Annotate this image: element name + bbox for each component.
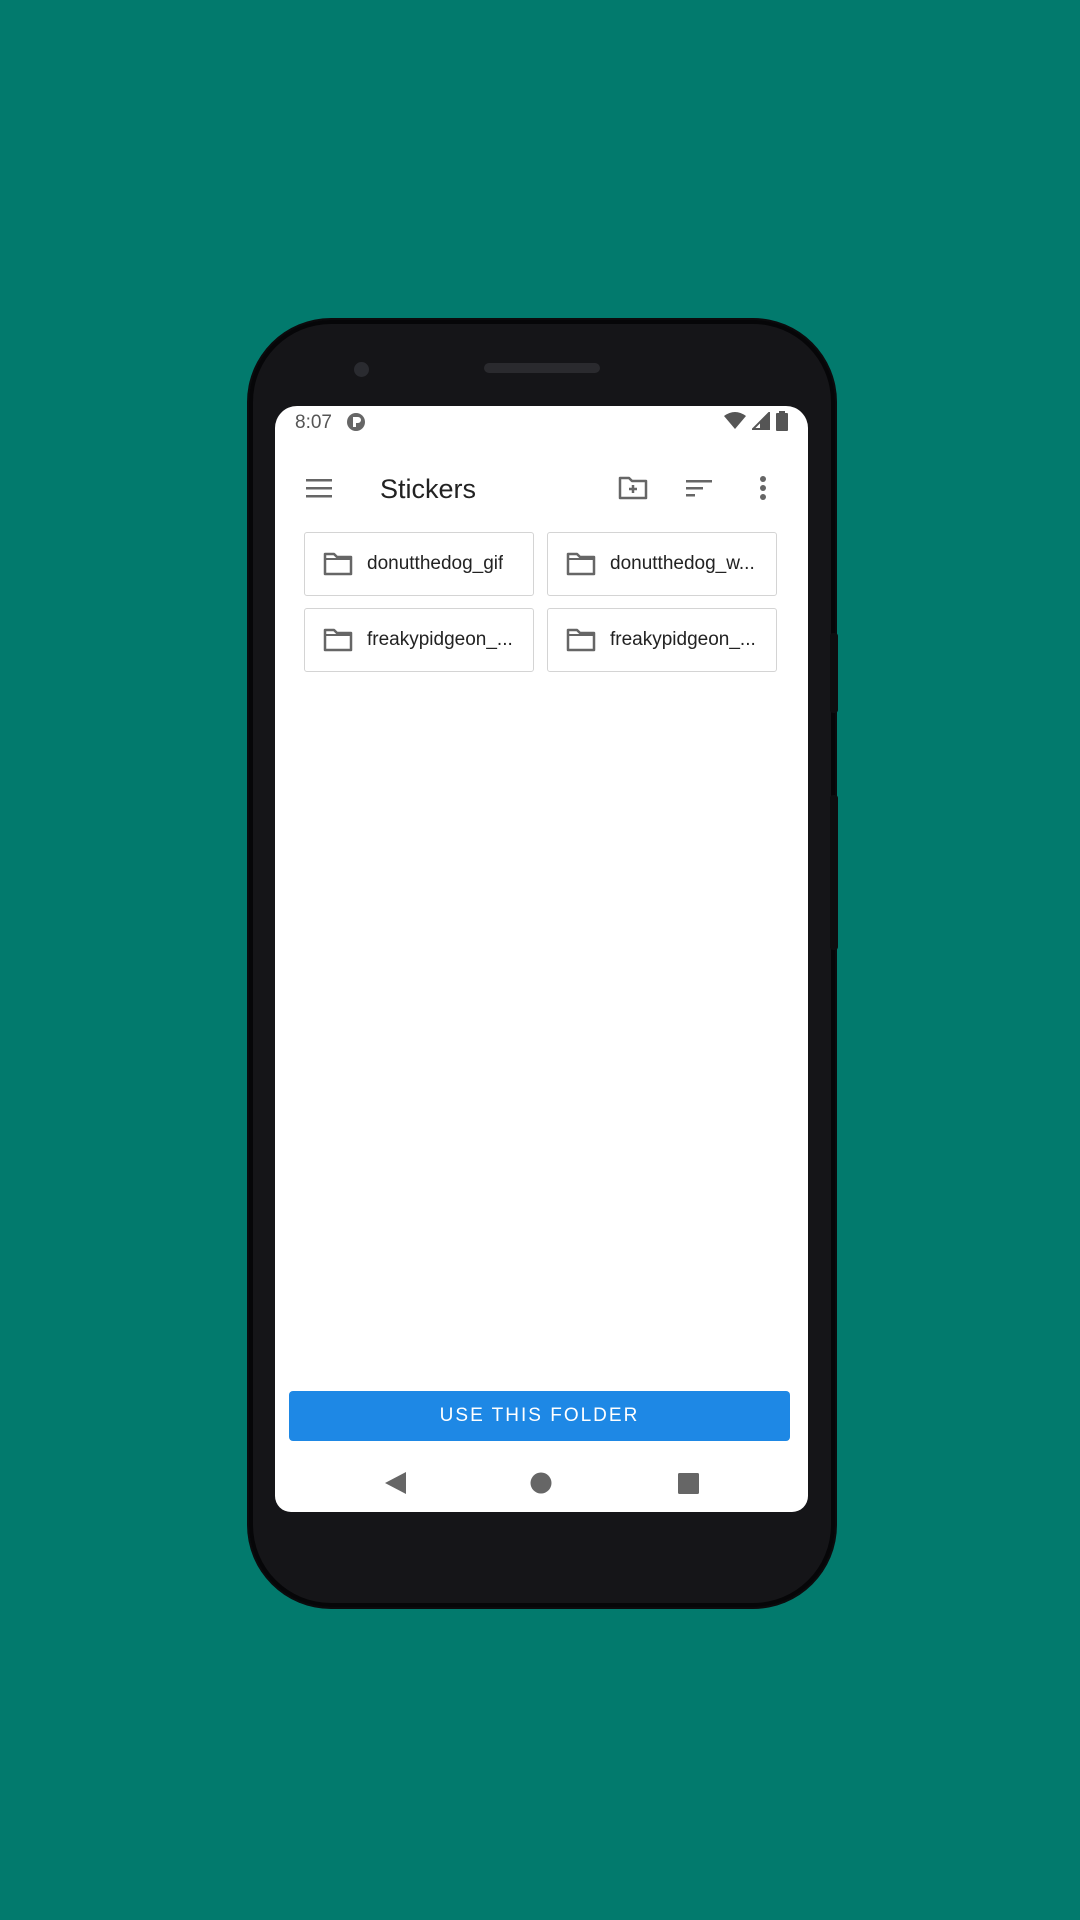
screen: 8:07 Stickers donutthedog_gif donutthedo…: [275, 406, 808, 1512]
app-notification-icon: [346, 412, 366, 432]
folder-icon: [323, 628, 353, 652]
sort-icon[interactable]: [677, 466, 721, 510]
folder-item[interactable]: freakypidgeon_...: [547, 608, 777, 672]
status-icons: [724, 410, 788, 436]
status-bar: 8:07: [275, 406, 808, 436]
new-folder-icon[interactable]: [611, 466, 655, 510]
use-this-folder-button[interactable]: USE THIS FOLDER: [289, 1391, 790, 1441]
status-time: 8:07: [295, 412, 332, 433]
volume-button: [830, 795, 838, 950]
power-button: [830, 633, 838, 713]
folder-item[interactable]: donutthedog_gif: [304, 532, 534, 596]
folder-item[interactable]: donutthedog_w...: [547, 532, 777, 596]
folder-name: freakypidgeon_...: [610, 629, 756, 650]
menu-icon[interactable]: [297, 466, 341, 510]
folder-name: freakypidgeon_...: [367, 629, 513, 650]
folder-grid: donutthedog_gif donutthedog_w... freakyp…: [304, 532, 778, 672]
folder-icon: [323, 552, 353, 576]
folder-icon: [566, 628, 596, 652]
nav-home-icon[interactable]: [526, 1468, 556, 1498]
earpiece-speaker: [484, 363, 600, 373]
nav-back-icon[interactable]: [380, 1468, 410, 1498]
folder-name: donutthedog_gif: [367, 553, 504, 574]
wifi-icon: [724, 412, 746, 435]
folder-icon: [566, 552, 596, 576]
nav-recents-icon[interactable]: [673, 1468, 703, 1498]
battery-icon: [776, 411, 788, 436]
navigation-bar: [275, 1456, 808, 1512]
folder-name: donutthedog_w...: [610, 553, 755, 574]
more-vert-icon[interactable]: [741, 466, 785, 510]
folder-item[interactable]: freakypidgeon_...: [304, 608, 534, 672]
front-camera: [354, 362, 369, 377]
app-bar: Stickers: [275, 456, 808, 522]
page-title: Stickers: [380, 474, 477, 504]
signal-icon: [750, 410, 770, 435]
